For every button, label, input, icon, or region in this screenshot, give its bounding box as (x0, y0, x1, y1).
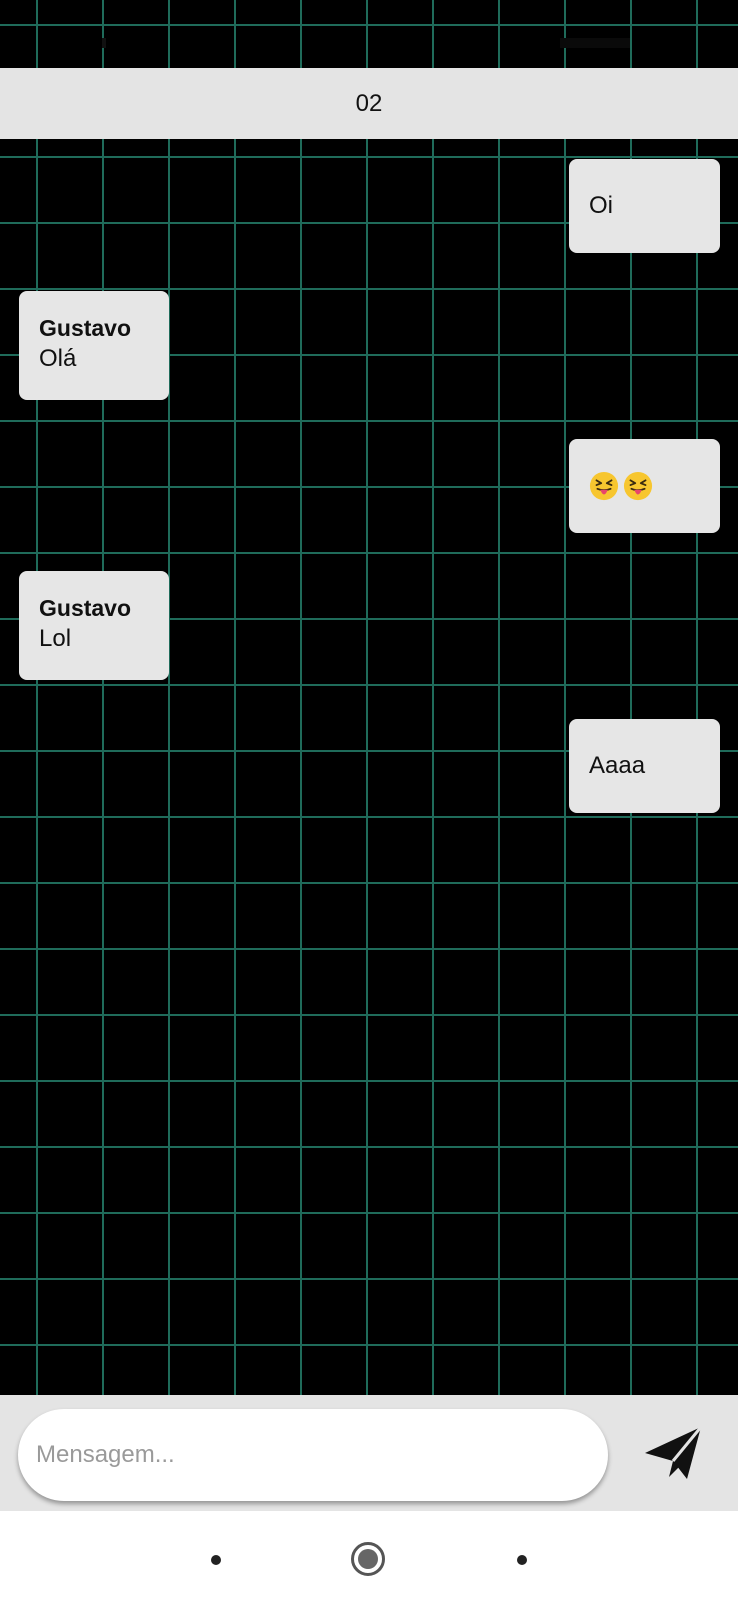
chat-title: 02 (355, 89, 383, 117)
status-indicator (560, 38, 630, 48)
message-text: Olá (39, 345, 77, 372)
message-input[interactable] (18, 1409, 608, 1501)
message-text: Lol (39, 625, 72, 652)
message-bubble-incoming[interactable]: Gustavo Lol (19, 571, 169, 680)
message-text: Oi (589, 192, 613, 219)
chat-header: 02 (0, 68, 738, 139)
message-bubble-incoming[interactable]: Gustavo Olá (19, 291, 169, 400)
system-navigation-bar (0, 1511, 738, 1600)
message-bubble-outgoing[interactable]: Oi (569, 159, 720, 253)
message-bubble-outgoing[interactable] (569, 439, 720, 533)
message-bubble-outgoing[interactable]: Aaaa (569, 719, 720, 813)
message-composer (0, 1395, 738, 1511)
status-indicator (102, 38, 106, 48)
send-icon (645, 1426, 703, 1479)
message-text (589, 471, 657, 501)
recents-icon[interactable] (517, 1555, 527, 1565)
status-bar (0, 0, 738, 68)
message-sender: Gustavo (39, 315, 132, 341)
message-sender: Gustavo (39, 595, 132, 621)
send-button[interactable] (636, 1415, 712, 1491)
home-icon-center (358, 1549, 378, 1569)
squinting-face-with-tongue-icon (623, 471, 653, 501)
back-icon[interactable] (211, 1555, 221, 1565)
chat-screen: 02 Oi Gustavo Olá Gustavo Lol Aaaa Mensa… (0, 0, 738, 1600)
squinting-face-with-tongue-icon (589, 471, 619, 501)
home-icon[interactable] (351, 1542, 385, 1576)
message-text: Aaaa (589, 752, 646, 779)
